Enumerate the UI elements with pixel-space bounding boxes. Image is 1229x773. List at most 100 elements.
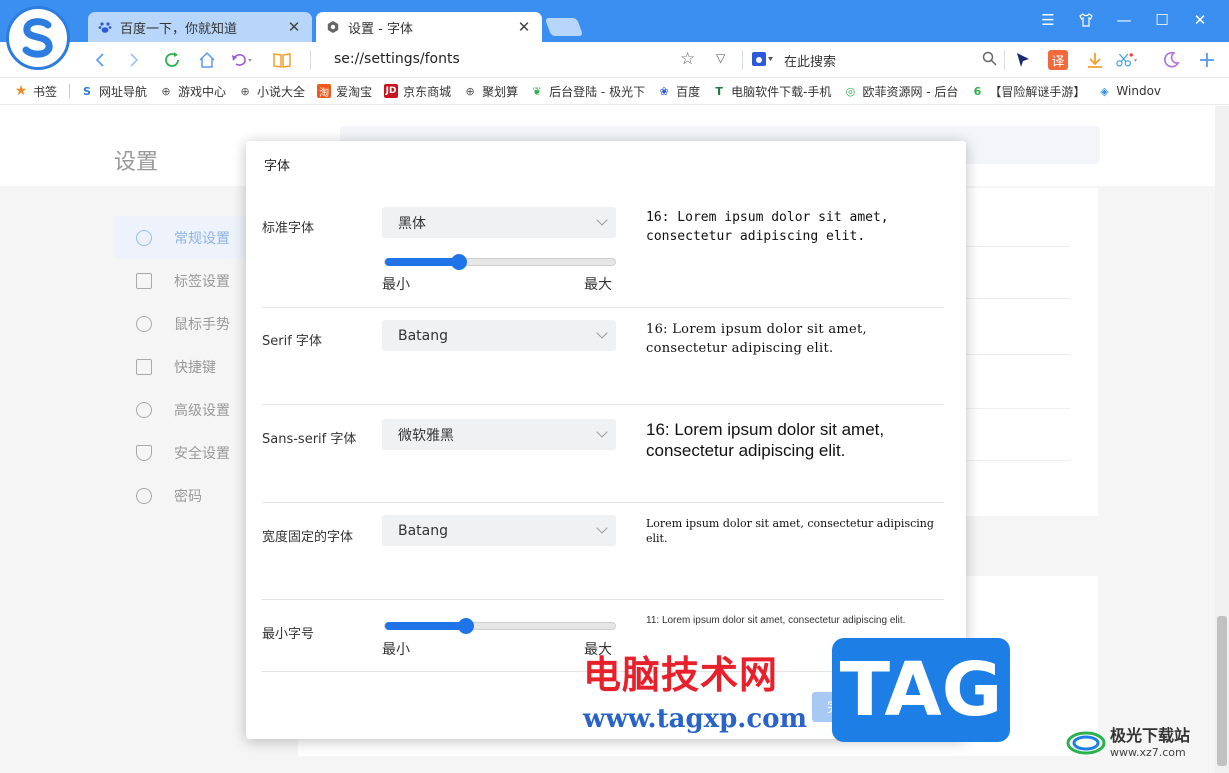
home-button[interactable] [195, 48, 219, 72]
reader-button[interactable] [270, 48, 294, 72]
site-url: www.xz7.com [1110, 746, 1186, 759]
screenshot-scissors-icon[interactable] [1116, 50, 1138, 70]
download-icon[interactable] [1084, 50, 1106, 70]
chevron-right-icon [130, 53, 139, 67]
six-icon: 6 [973, 84, 982, 98]
tab-title: 设置 - 字体 [348, 21, 413, 37]
undo-close-button[interactable] [229, 48, 253, 72]
tab-settings-fonts[interactable]: 设置 - 字体 ✕ [316, 12, 542, 42]
maximize-icon[interactable]: ☐ [1143, 8, 1181, 32]
divider [958, 460, 1070, 461]
add-icon[interactable]: + [1196, 48, 1218, 73]
chevron-down-icon [596, 522, 608, 534]
search-icon[interactable] [982, 51, 997, 70]
mouse-icon [136, 315, 152, 332]
skin-icon[interactable] [1067, 8, 1105, 32]
bookmark-item[interactable]: JD 京东商城 [384, 83, 451, 100]
page-title: 设置 [114, 150, 159, 175]
serif-font-row: Serif 字体 Batang 16: Lorem ipsum dolor si… [262, 308, 944, 405]
search-input[interactable]: 在此搜索 [784, 51, 836, 70]
serif-font-select[interactable]: Batang [382, 320, 616, 351]
bookmark-item[interactable]: 淘爱淘宝 [317, 83, 372, 100]
divider [958, 408, 1070, 409]
sogou-browser-logo [6, 6, 70, 70]
bookmark-item[interactable]: ⊕ 游戏中心 [159, 83, 226, 100]
minimize-icon[interactable]: — [1105, 8, 1143, 32]
menu-icon[interactable]: ☰ [1029, 8, 1067, 32]
translate-icon[interactable]: 译 [1048, 50, 1068, 70]
close-icon[interactable]: ✕ [516, 18, 532, 36]
slider-handle[interactable] [457, 618, 474, 634]
home-icon [199, 51, 215, 68]
globe-icon: ⊕ [161, 84, 171, 98]
close-window-icon[interactable]: ✕ [1181, 8, 1219, 32]
toolbar: se://settings/fonts ☆ ▽ 在此搜索 译 + [0, 42, 1229, 78]
sans-serif-font-preview: 16: Lorem ipsum dolor sit amet, consecte… [646, 420, 885, 460]
general-settings-icon [136, 229, 152, 246]
bookmark-star-icon[interactable]: ☆ [680, 49, 695, 69]
tab-settings-icon [136, 272, 152, 289]
settings-gear-icon [326, 20, 340, 34]
search-engine-icon[interactable] [752, 52, 773, 66]
refresh-logo-icon: ◎ [845, 84, 856, 98]
bookmark-item[interactable]: ◎ 欧菲资源网 - 后台 [843, 83, 959, 100]
cursor-icon[interactable] [1012, 50, 1034, 70]
chevron-down-icon [596, 426, 608, 438]
fixed-width-font-select[interactable]: Batang [382, 515, 616, 546]
forward-button[interactable] [122, 48, 146, 72]
chevron-down-icon [596, 214, 608, 226]
user-icon [136, 487, 152, 504]
shield-icon [136, 444, 152, 461]
sidebar-item-general[interactable]: 常规设置 [114, 216, 264, 259]
chevron-down-icon[interactable]: ▽ [716, 51, 725, 65]
font-size-slider[interactable] [384, 254, 616, 270]
bookmark-item[interactable]: T 电脑软件下载-手机 [712, 83, 831, 100]
bookmark-item[interactable]: ❀ 百度 [657, 83, 700, 100]
sidebar-item-passwords[interactable]: 密码 [114, 474, 264, 517]
bookmark-item[interactable]: ⊕ 聚划算 [463, 83, 518, 100]
page-scrollbar[interactable] [1215, 106, 1229, 773]
slider-fill [385, 258, 459, 266]
fixed-width-font-preview: Lorem ipsum dolor sit amet, consectetur … [646, 517, 934, 545]
sans-serif-font-label: Sans-serif 字体 [262, 432, 357, 447]
sidebar-item-advanced[interactable]: 高级设置 [114, 388, 264, 431]
bookmark-item[interactable]: S 网址导航 [80, 83, 147, 100]
bookmark-item[interactable]: ❦ 后台登陆 - 极光下 [530, 83, 646, 100]
bookmark-item[interactable]: ◈ Windov [1097, 84, 1161, 98]
book-icon [273, 53, 291, 68]
divider [958, 354, 1070, 355]
fixed-width-font-label: 宽度固定的字体 [262, 530, 354, 545]
slider-max-label: 最大 [584, 277, 612, 293]
globe-icon: ⊕ [240, 84, 250, 98]
sans-serif-font-select[interactable]: 微软雅黑 [382, 419, 616, 450]
bookmark-item[interactable]: ⊕ 小说大全 [238, 83, 305, 100]
slider-handle[interactable] [450, 254, 467, 270]
sidebar-item-security[interactable]: 安全设置 [114, 431, 264, 474]
chevron-down-icon [596, 327, 608, 339]
bookmark-item[interactable]: ★ 书签 [14, 83, 57, 100]
night-mode-moon-icon[interactable] [1160, 50, 1182, 70]
scrollbar-thumb[interactable] [1217, 616, 1227, 766]
close-icon[interactable]: ✕ [286, 18, 302, 36]
standard-font-row: 标准字体 黑体 最小 最大 16: Lorem ipsum dolor sit … [262, 203, 944, 308]
slider-min-label: 最小 [382, 642, 410, 658]
back-button[interactable] [88, 48, 112, 72]
address-bar[interactable]: se://settings/fonts [334, 51, 460, 67]
standard-font-select[interactable]: 黑体 [382, 207, 616, 238]
search-divider [742, 50, 743, 70]
site-name: 极光下载站 [1110, 726, 1191, 745]
tab-baidu[interactable]: 百度一下，你就知道 ✕ [88, 12, 312, 42]
sidebar-item-mouse-gestures[interactable]: 鼠标手势 [114, 302, 264, 345]
bookmark-item[interactable]: 6 【冒险解谜手游】 [970, 83, 1086, 100]
site-logo: 极光下载站 www.xz7.com [1066, 722, 1190, 759]
watermark-url: www.tagxp.com [583, 704, 808, 734]
divider [958, 246, 1070, 247]
new-tab-button[interactable] [544, 18, 584, 36]
reload-button[interactable] [160, 48, 184, 72]
chevron-left-icon [95, 53, 104, 67]
star-icon: ★ [14, 83, 28, 99]
minimum-size-slider[interactable] [384, 618, 616, 634]
sidebar-item-tabs[interactable]: 标签设置 [114, 259, 264, 302]
sidebar-item-shortcuts[interactable]: 快捷键 [114, 345, 264, 388]
t-logo-icon: T [715, 84, 723, 98]
